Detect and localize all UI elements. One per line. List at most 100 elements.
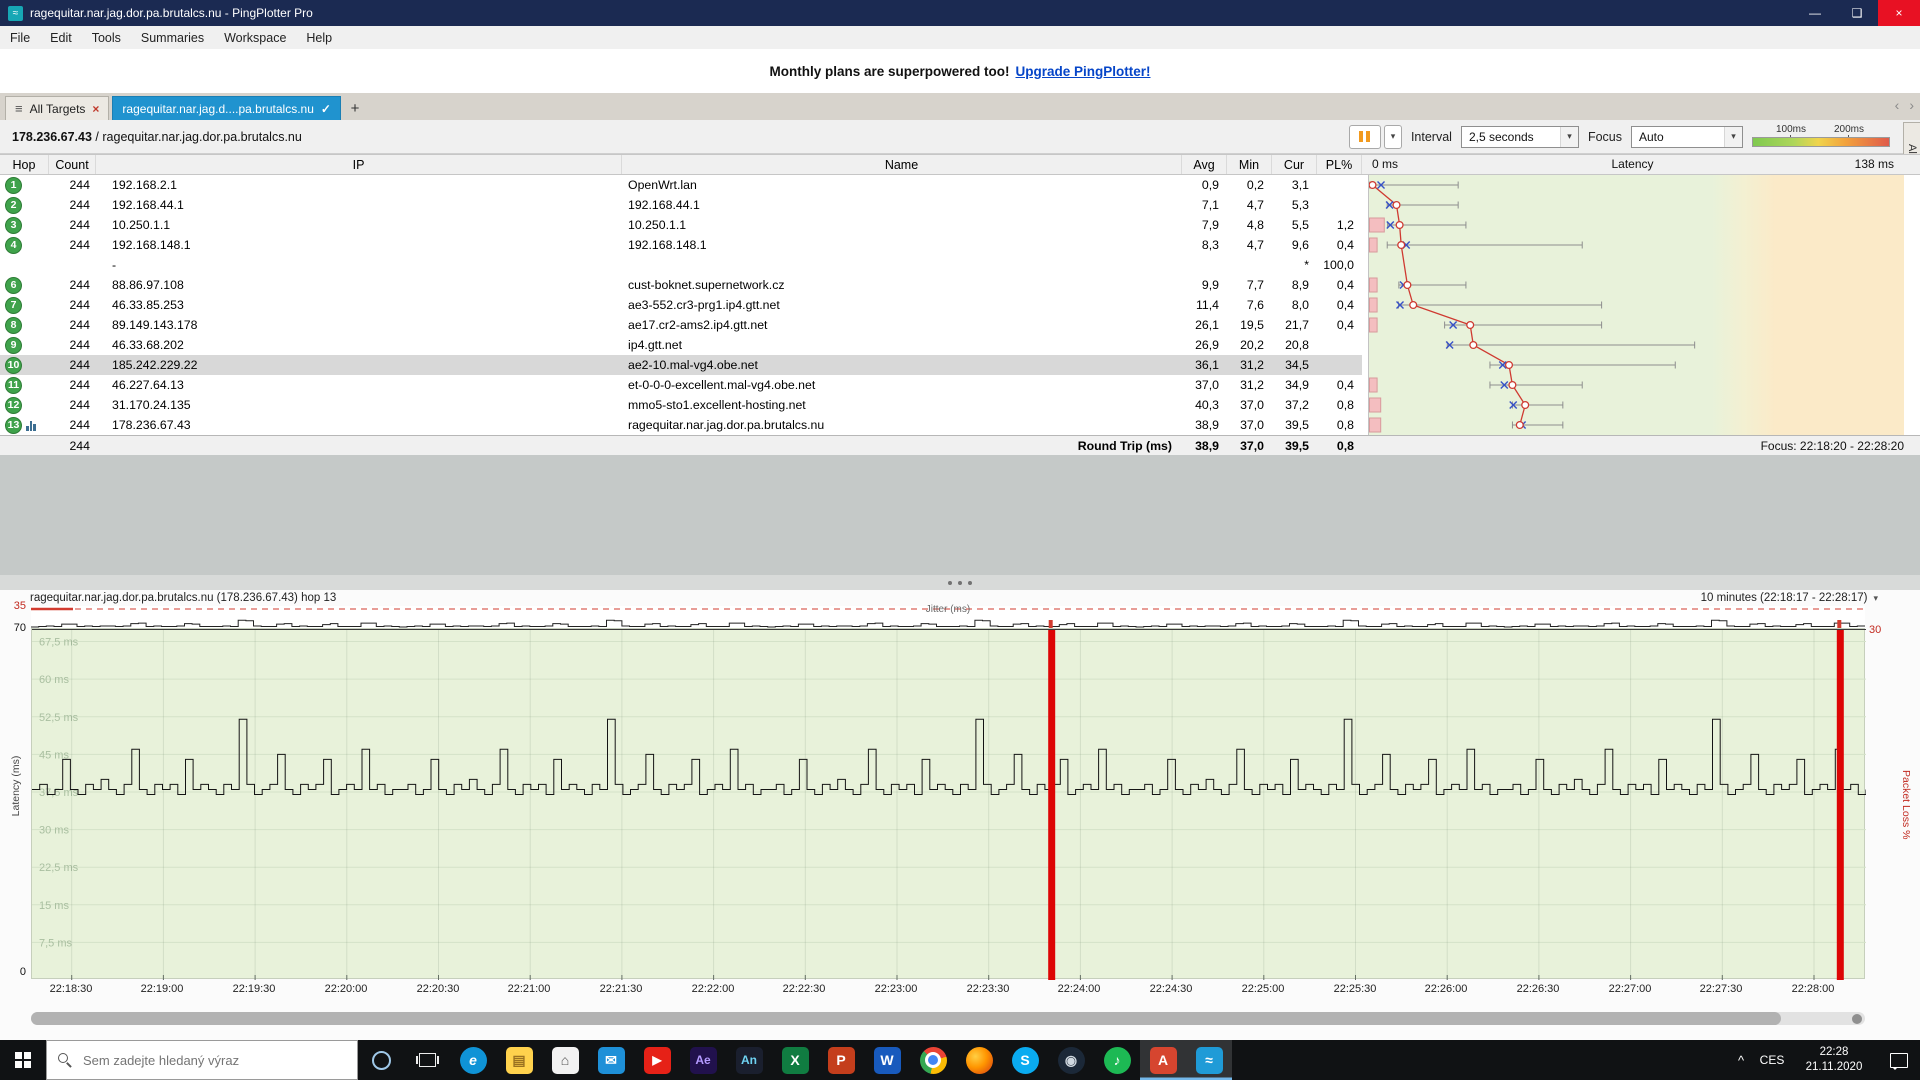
- hop-number-badge: 9: [5, 337, 22, 354]
- minimize-button[interactable]: —: [1794, 0, 1836, 26]
- table-row[interactable]: 824489.149.143.178ae17.cr2-ams2.ip4.gtt.…: [0, 315, 1362, 335]
- tab-all-targets[interactable]: ≡ All Targets ×: [5, 96, 109, 120]
- cell-pl: 0,4: [1317, 278, 1362, 292]
- skype-taskbar-button[interactable]: S: [1002, 1040, 1048, 1080]
- chrome-taskbar-button[interactable]: [910, 1040, 956, 1080]
- cell-avg: 38,9: [1182, 418, 1227, 432]
- tab-scroll-left-icon[interactable]: ‹: [1895, 97, 1900, 113]
- task-view-button[interactable]: [404, 1040, 450, 1080]
- header-hop[interactable]: Hop: [0, 155, 49, 174]
- timeline-range-select[interactable]: 10 minutes (22:18:17 - 22:28:17) ▾: [1701, 592, 1878, 604]
- header-count[interactable]: Count: [49, 155, 96, 174]
- tab-active-target[interactable]: ragequitar.nar.jag.d....pa.brutalcs.nu ✓: [112, 96, 341, 120]
- cell-count: 244: [49, 318, 96, 332]
- maximize-button[interactable]: ❑: [1836, 0, 1878, 26]
- cell-count: 244: [49, 238, 96, 252]
- action-center-button[interactable]: [1878, 1040, 1920, 1080]
- menu-workspace[interactable]: Workspace: [214, 26, 296, 49]
- language-indicator[interactable]: CES: [1754, 1040, 1790, 1080]
- cell-avg: 26,1: [1182, 318, 1227, 332]
- cell-name: 10.250.1.1: [622, 218, 1182, 232]
- word-taskbar-button[interactable]: W: [864, 1040, 910, 1080]
- app-red-icon: A: [1150, 1047, 1177, 1074]
- footer-cur: 39,5: [1272, 439, 1317, 453]
- table-row[interactable]: 13244178.236.67.43ragequitar.nar.jag.dor…: [0, 415, 1362, 435]
- focus-select[interactable]: Auto ▾: [1631, 126, 1743, 148]
- powerpoint-taskbar-button[interactable]: P: [818, 1040, 864, 1080]
- table-row[interactable]: 4244192.168.148.1192.168.148.18,34,79,60…: [0, 235, 1362, 255]
- header-pl[interactable]: PL%: [1317, 155, 1362, 174]
- footer-count: 244: [49, 439, 96, 453]
- pane-splitter[interactable]: [0, 575, 1920, 590]
- header-min[interactable]: Min: [1227, 155, 1272, 174]
- cell-hop: 7: [0, 297, 49, 314]
- scrollbar-knob[interactable]: [1852, 1014, 1862, 1024]
- steam-taskbar-button[interactable]: ◉: [1048, 1040, 1094, 1080]
- x-axis-tick-label: 22:23:30: [967, 983, 1010, 995]
- cell-ip: 46.33.85.253: [96, 298, 622, 312]
- table-row[interactable]: 1244192.168.2.1OpenWrt.lan0,90,23,1: [0, 175, 1362, 195]
- tab-scroll-right-icon[interactable]: ›: [1909, 97, 1914, 113]
- table-row[interactable]: 324410.250.1.110.250.1.17,94,85,51,2: [0, 215, 1362, 235]
- upgrade-link[interactable]: Upgrade PingPlotter!: [1016, 64, 1151, 79]
- interval-select[interactable]: 2,5 seconds ▾: [1461, 126, 1579, 148]
- table-row[interactable]: -*100,0: [0, 255, 1362, 275]
- mail-taskbar-button[interactable]: ✉: [588, 1040, 634, 1080]
- firefox-taskbar-button[interactable]: [956, 1040, 1002, 1080]
- banner-text: Monthly plans are superpowered too!: [769, 64, 1009, 79]
- new-tab-button[interactable]: +: [344, 97, 366, 120]
- table-row[interactable]: 2244192.168.44.1192.168.44.17,14,75,3: [0, 195, 1362, 215]
- cell-count: 244: [49, 178, 96, 192]
- taskbar-search[interactable]: [46, 1040, 358, 1080]
- cell-count: 244: [49, 298, 96, 312]
- hop-latency-graph[interactable]: [1368, 175, 1904, 435]
- x-axis-tick-label: 22:27:30: [1700, 983, 1743, 995]
- cell-cur: 21,7: [1272, 318, 1317, 332]
- search-input[interactable]: [81, 1052, 325, 1069]
- cortana-icon: [372, 1051, 391, 1070]
- pause-icon: [1366, 131, 1370, 142]
- start-button[interactable]: [0, 1040, 46, 1080]
- file-explorer-taskbar-button[interactable]: ▤: [496, 1040, 542, 1080]
- table-row[interactable]: 10244185.242.229.22ae2-10.mal-vg4.obe.ne…: [0, 355, 1362, 375]
- scrollbar-thumb[interactable]: [31, 1012, 1781, 1025]
- table-row[interactable]: 1124446.227.64.13et-0-0-0-excellent.mal-…: [0, 375, 1362, 395]
- table-row[interactable]: 624488.86.97.108cust-boknet.supernetwork…: [0, 275, 1362, 295]
- timeline-scrollbar[interactable]: [31, 1012, 1865, 1025]
- header-cur[interactable]: Cur: [1272, 155, 1317, 174]
- interval-label: Interval: [1411, 130, 1452, 144]
- microsoft-store-taskbar-button[interactable]: ⌂: [542, 1040, 588, 1080]
- table-row[interactable]: 724446.33.85.253ae3-552.cr3-prg1.ip4.gtt…: [0, 295, 1362, 315]
- spotify-taskbar-button[interactable]: ♪: [1094, 1040, 1140, 1080]
- animate-taskbar-button[interactable]: An: [726, 1040, 772, 1080]
- youtube-taskbar-button[interactable]: ▶: [634, 1040, 680, 1080]
- header-avg[interactable]: Avg: [1182, 155, 1227, 174]
- table-row[interactable]: 1224431.170.24.135mmo5-sto1.excellent-ho…: [0, 395, 1362, 415]
- pause-button[interactable]: [1349, 125, 1381, 149]
- close-button[interactable]: ×: [1878, 0, 1920, 26]
- edge-taskbar-button[interactable]: e: [450, 1040, 496, 1080]
- menu-tools[interactable]: Tools: [82, 26, 131, 49]
- cell-name: 192.168.148.1: [622, 238, 1182, 252]
- app-red-taskbar-button[interactable]: A: [1140, 1040, 1186, 1080]
- clock[interactable]: 22:2821.11.2020: [1790, 1040, 1878, 1080]
- latency-timeline-plot[interactable]: 67,5 ms60 ms52,5 ms45 ms37,5 ms30 ms22,5…: [31, 628, 1865, 979]
- cell-pl: 100,0: [1317, 258, 1362, 272]
- menu-file[interactable]: File: [0, 26, 40, 49]
- chrome-icon: [920, 1047, 947, 1074]
- header-ip[interactable]: IP: [96, 155, 622, 174]
- cortana-button[interactable]: [358, 1040, 404, 1080]
- excel-taskbar-button[interactable]: X: [772, 1040, 818, 1080]
- after-effects-taskbar-button[interactable]: Ae: [680, 1040, 726, 1080]
- pingplotter-taskbar-button[interactable]: ≈: [1186, 1040, 1232, 1080]
- tray-expand-button[interactable]: ^: [1728, 1040, 1754, 1080]
- pause-dropdown-button[interactable]: ▾: [1384, 125, 1402, 149]
- menu-edit[interactable]: Edit: [40, 26, 82, 49]
- header-name[interactable]: Name: [622, 155, 1182, 174]
- menu-summaries[interactable]: Summaries: [131, 26, 214, 49]
- tab-check-icon: ✓: [321, 102, 331, 116]
- jitter-caption: Jitter (ms): [31, 604, 1865, 615]
- table-row[interactable]: 924446.33.68.202ip4.gtt.net26,920,220,8: [0, 335, 1362, 355]
- menu-help[interactable]: Help: [296, 26, 342, 49]
- tab-close-icon[interactable]: ×: [92, 102, 99, 116]
